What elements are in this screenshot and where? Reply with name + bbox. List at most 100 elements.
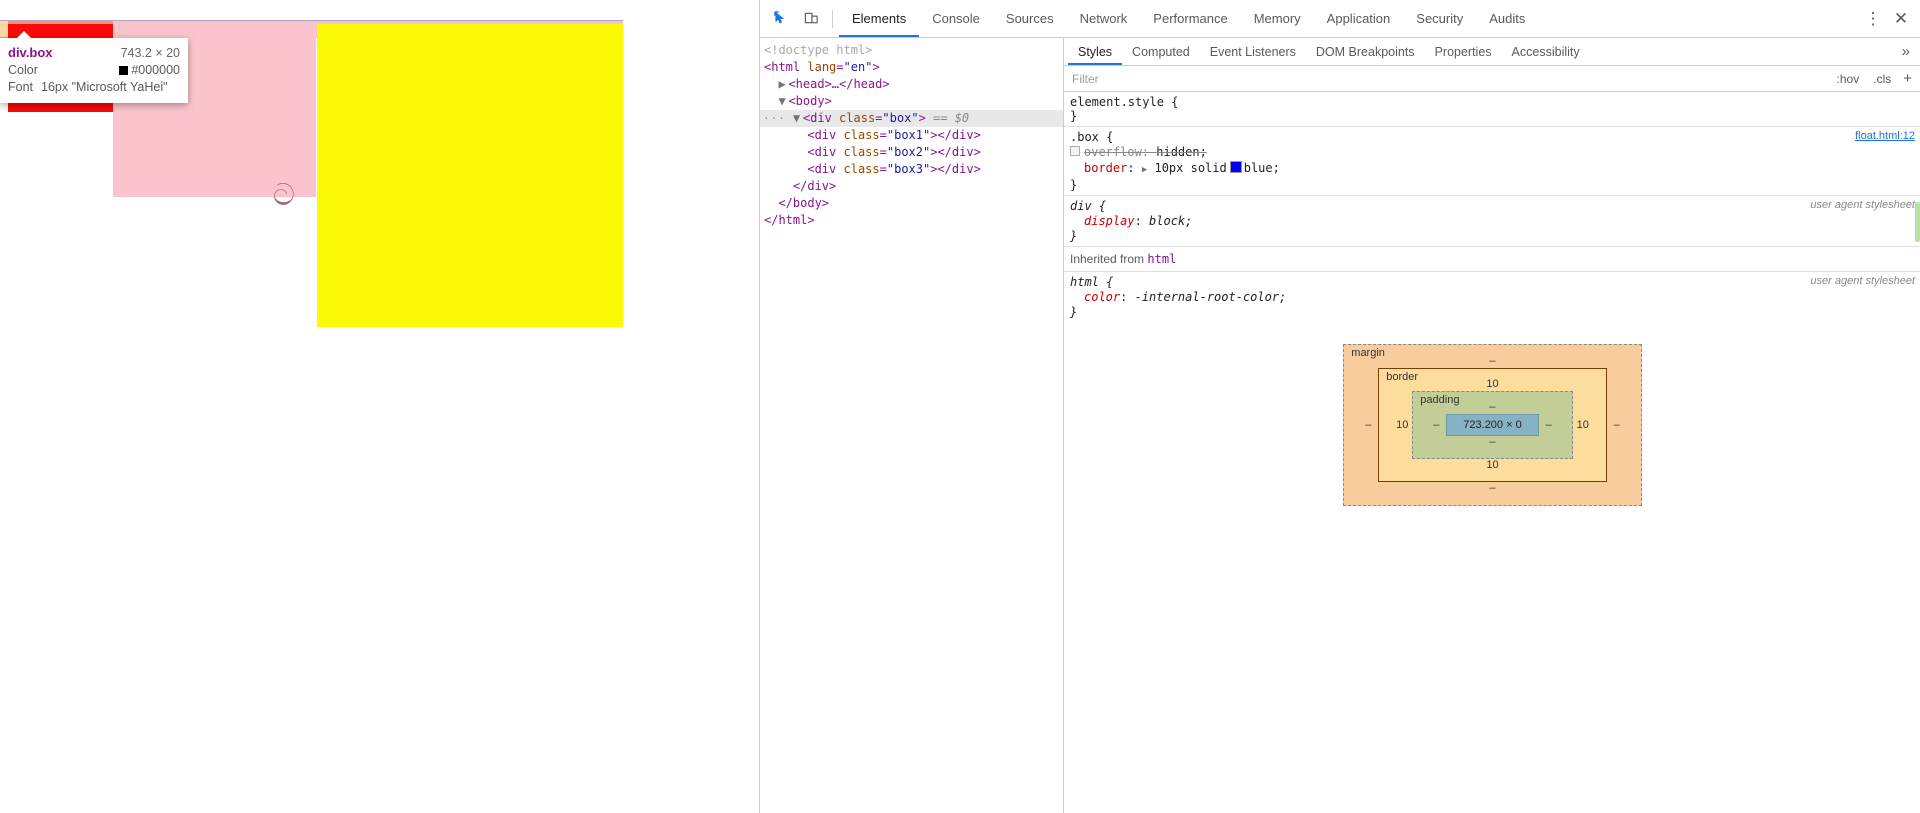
rule-selector[interactable]: html { bbox=[1070, 275, 1920, 289]
dom-html-attr: lang bbox=[807, 60, 837, 74]
dom-line-head[interactable]: ▶ <head>…</head> bbox=[760, 76, 1063, 93]
styles-sub-tab-strip: Styles Computed Event Listeners DOM Brea… bbox=[1064, 38, 1920, 66]
dom-line-body-close[interactable]: </body> bbox=[760, 195, 1063, 212]
box-model-padding-layer[interactable]: padding – – 723.200 × 0 – – bbox=[1412, 391, 1573, 459]
declaration-value[interactable]: block; bbox=[1149, 214, 1192, 228]
rule-source-link[interactable]: float.html:12 bbox=[1855, 130, 1915, 142]
close-devtools-icon[interactable]: ✕ bbox=[1887, 5, 1915, 33]
declaration-overflow[interactable]: overflow: hidden; bbox=[1070, 144, 1920, 160]
declaration-color-keyword[interactable]: blue; bbox=[1244, 161, 1280, 175]
box-model-padding-right[interactable]: – bbox=[1539, 419, 1559, 431]
collapse-arrow-icon[interactable]: ▼ bbox=[793, 110, 803, 127]
subtab-styles[interactable]: Styles bbox=[1068, 38, 1122, 65]
tab-console[interactable]: Console bbox=[919, 0, 993, 37]
declaration-color[interactable]: color: -internal-root-color; bbox=[1070, 289, 1920, 305]
box-model-margin-left[interactable]: – bbox=[1358, 419, 1378, 431]
expand-arrow-icon[interactable]: ▶ bbox=[778, 76, 788, 93]
tab-performance[interactable]: Performance bbox=[1140, 0, 1240, 37]
dom-html-tag: html bbox=[771, 60, 801, 74]
tooltip-font-row: Font 16px "Microsoft YaHei" bbox=[8, 79, 180, 95]
rule-box[interactable]: float.html:12 .box { overflow: hidden; b… bbox=[1064, 126, 1920, 195]
declaration-property[interactable]: color bbox=[1084, 290, 1120, 304]
toolbar-right-controls: ⋮ ✕ bbox=[1859, 5, 1915, 33]
dom-ellipsis-badge[interactable]: ··· bbox=[763, 110, 786, 127]
rule-div-useragent[interactable]: user agent stylesheet div { display: blo… bbox=[1064, 195, 1920, 246]
tab-memory[interactable]: Memory bbox=[1241, 0, 1314, 37]
rule-html-useragent[interactable]: user agent stylesheet html { color: -int… bbox=[1064, 272, 1920, 322]
new-style-rule-button[interactable]: + bbox=[1898, 70, 1917, 87]
dom-line-box3[interactable]: <div class="box3"></div> bbox=[760, 161, 1063, 178]
tooltip-header-row: div.box 743.2 × 20 bbox=[8, 45, 180, 61]
dom-close-body: </body> bbox=[778, 196, 830, 210]
class-editor-toggle[interactable]: .cls bbox=[1866, 72, 1898, 86]
subtab-accessibility[interactable]: Accessibility bbox=[1502, 38, 1590, 65]
rule-selector[interactable]: element.style { bbox=[1070, 95, 1920, 109]
box-model-padding-left[interactable]: – bbox=[1426, 419, 1446, 431]
rule-selector[interactable]: .box { bbox=[1070, 130, 1920, 144]
subtab-event-listeners[interactable]: Event Listeners bbox=[1200, 38, 1306, 65]
toolbar-divider bbox=[832, 9, 833, 28]
box-model-margin-right[interactable]: – bbox=[1607, 419, 1627, 431]
box-model-border-layer[interactable]: border 10 10 padding – – 723.200 × 0 – –… bbox=[1378, 368, 1607, 482]
box-model-border-top[interactable]: 10 bbox=[1392, 378, 1592, 391]
rule-element-style[interactable]: element.style { } bbox=[1064, 92, 1920, 126]
box-model-margin-layer[interactable]: margin – – border 10 10 padding – – 723.… bbox=[1343, 344, 1642, 506]
subtab-computed[interactable]: Computed bbox=[1122, 38, 1200, 65]
dom-tree-pane[interactable]: <!doctype html> <html lang="en"> ▶ <head>… bbox=[760, 38, 1063, 813]
rule-selector[interactable]: div { bbox=[1070, 199, 1920, 213]
rendered-page-viewport[interactable]: ට div.box 743.2 × 20 Color #000000 Font … bbox=[0, 0, 759, 813]
declaration-property[interactable]: display bbox=[1084, 214, 1135, 228]
rule-source-link-wrap[interactable]: float.html:12 bbox=[1855, 130, 1915, 142]
expand-triangle-icon[interactable]: ▶ bbox=[1142, 165, 1147, 175]
subtab-right-controls: » bbox=[1897, 43, 1920, 60]
box-model-content-size[interactable]: 723.200 × 0 bbox=[1446, 414, 1539, 436]
dom-close-div: </div> bbox=[792, 179, 837, 193]
more-options-icon[interactable]: ⋮ bbox=[1859, 5, 1887, 33]
box-model-border-left[interactable]: 10 bbox=[1392, 419, 1412, 431]
box-model-border-right[interactable]: 10 bbox=[1573, 419, 1593, 431]
tab-elements[interactable]: Elements bbox=[839, 0, 919, 37]
tooltip-font-label: Font bbox=[8, 80, 34, 94]
inspect-cursor-icon[interactable] bbox=[768, 6, 794, 32]
tab-application[interactable]: Application bbox=[1314, 0, 1404, 37]
box-model-padding-bottom[interactable]: – bbox=[1426, 436, 1558, 449]
hover-state-toggle[interactable]: :hov bbox=[1830, 72, 1867, 86]
box-model-diagram[interactable]: margin – – border 10 10 padding – – 723.… bbox=[1343, 344, 1642, 506]
collapse-arrow-icon[interactable]: ▼ bbox=[778, 93, 788, 110]
subtab-dom-breakpoints[interactable]: DOM Breakpoints bbox=[1306, 38, 1425, 65]
styles-filter-input[interactable] bbox=[1068, 70, 1830, 87]
box-model-section: margin – – border 10 10 padding – – 723.… bbox=[1064, 322, 1920, 506]
tab-network[interactable]: Network bbox=[1067, 0, 1141, 37]
rule-close-brace: } bbox=[1070, 178, 1078, 192]
box-model-margin-label: margin bbox=[1351, 347, 1385, 359]
dom-line-body[interactable]: ▼ <body> bbox=[760, 93, 1063, 110]
declaration-value[interactable]: 10px solid bbox=[1154, 161, 1226, 175]
dom-line-html-open[interactable]: <html lang="en"> bbox=[760, 59, 1063, 76]
box-model-margin-bottom[interactable]: – bbox=[1358, 482, 1626, 495]
box-model-border-bottom[interactable]: 10 bbox=[1392, 459, 1592, 472]
dom-line-box2[interactable]: <div class="box2"></div> bbox=[760, 144, 1063, 161]
inherited-tag-name: html bbox=[1147, 252, 1177, 266]
box-model-margin-top[interactable]: – bbox=[1358, 355, 1626, 368]
tab-audits[interactable]: Audits bbox=[1476, 0, 1538, 37]
subtab-properties[interactable]: Properties bbox=[1425, 38, 1502, 65]
declaration-border[interactable]: border: ▶ 10px solid blue; bbox=[1070, 160, 1920, 178]
declaration-property[interactable]: overflow bbox=[1084, 145, 1142, 159]
color-swatch-icon[interactable] bbox=[1229, 161, 1242, 173]
subtab-overflow-icon[interactable]: » bbox=[1897, 43, 1915, 60]
dom-line-box1[interactable]: <div class="box1"></div> bbox=[760, 127, 1063, 144]
rule-close-brace: } bbox=[1070, 229, 1078, 243]
device-toolbar-icon[interactable] bbox=[798, 6, 824, 32]
dom-line-div-close[interactable]: </div> bbox=[760, 178, 1063, 195]
page-scribble-glyph: ට bbox=[270, 177, 297, 214]
declaration-display[interactable]: display: block; bbox=[1070, 213, 1920, 229]
declaration-value[interactable]: hidden; bbox=[1156, 145, 1207, 159]
dom-line-selected-div[interactable]: ··· ▼ <div class="box"> == $0 bbox=[760, 110, 1063, 127]
declaration-value[interactable]: -internal-root-color; bbox=[1135, 290, 1287, 304]
declaration-property[interactable]: border bbox=[1084, 161, 1127, 175]
tab-security[interactable]: Security bbox=[1403, 0, 1476, 37]
inherited-label: Inherited from bbox=[1070, 252, 1145, 266]
dom-line-html-close[interactable]: </html> bbox=[760, 212, 1063, 229]
declaration-checkbox[interactable] bbox=[1070, 146, 1080, 156]
tab-sources[interactable]: Sources bbox=[993, 0, 1067, 37]
